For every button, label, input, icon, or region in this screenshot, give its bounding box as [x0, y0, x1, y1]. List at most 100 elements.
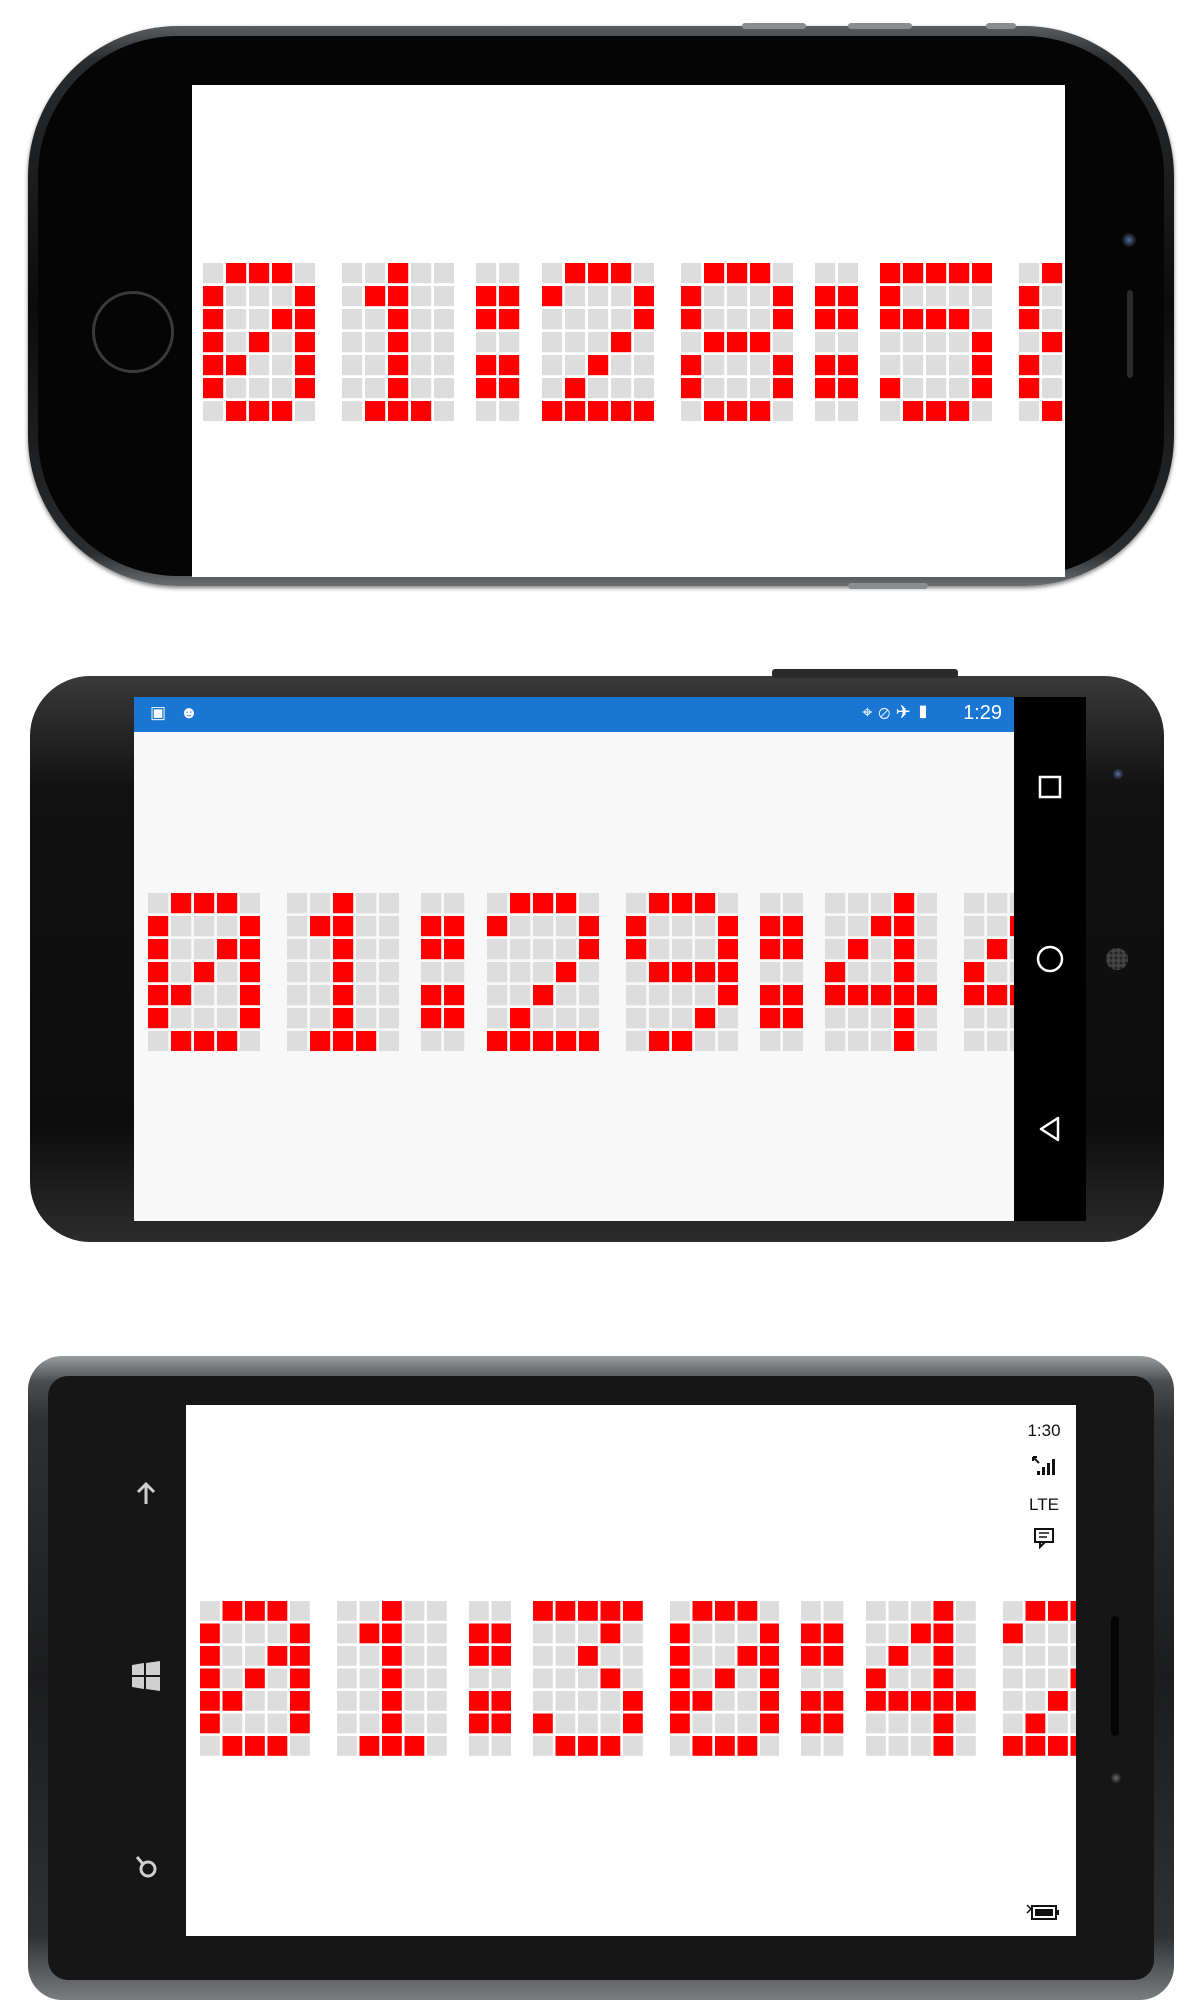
volume-down-button[interactable] [848, 23, 912, 29]
navigation-bar [1014, 697, 1086, 1221]
back-button[interactable] [1014, 1099, 1086, 1159]
unlit-pixel [814, 263, 836, 284]
unlit-pixel [964, 893, 985, 914]
unlit-pixel [426, 1623, 447, 1644]
unlit-pixel [310, 1008, 331, 1029]
lit-pixel [949, 309, 970, 330]
unlit-pixel [555, 1008, 576, 1029]
lit-pixel [200, 1668, 220, 1689]
unlit-pixel [749, 378, 770, 399]
unlit-pixel [759, 1601, 780, 1621]
lit-pixel [759, 916, 781, 937]
lit-pixel [823, 1646, 844, 1666]
lit-pixel [987, 985, 1008, 1006]
unlit-pixel [564, 332, 585, 353]
lit-pixel [356, 1031, 377, 1052]
back-icon [1039, 1116, 1060, 1142]
unlit-pixel [434, 309, 455, 330]
lit-pixel [272, 401, 293, 422]
unlit-pixel [194, 985, 215, 1006]
back-key[interactable] [128, 1476, 164, 1512]
iphone-screen [192, 85, 1065, 577]
digit-glyph [964, 893, 1014, 1052]
lit-pixel [1070, 1601, 1076, 1621]
unlit-pixel [404, 1646, 425, 1666]
lit-pixel [894, 962, 915, 983]
lit-pixel [964, 985, 985, 1006]
lit-pixel [933, 1713, 954, 1734]
unlit-pixel [468, 1736, 489, 1756]
unlit-pixel [287, 1008, 308, 1029]
mute-switch[interactable] [986, 23, 1016, 29]
lit-pixel [310, 916, 331, 937]
digit-glyph [1019, 263, 1063, 422]
lit-pixel [759, 1623, 780, 1644]
lit-pixel [814, 378, 836, 399]
lit-pixel [200, 1623, 220, 1644]
lit-pixel [759, 1646, 780, 1666]
volume-up-button[interactable] [742, 23, 806, 29]
status-time: 1:29 [963, 702, 1002, 724]
unlit-pixel [249, 355, 270, 376]
colon-glyph [421, 893, 465, 1052]
lit-pixel [249, 332, 270, 353]
unlit-pixel [825, 916, 846, 937]
lit-pixel [1019, 286, 1040, 307]
unlit-pixel [871, 939, 892, 960]
signal-strength-icon [1024, 1455, 1064, 1482]
unlit-pixel [509, 939, 530, 960]
lit-pixel [1042, 263, 1063, 284]
lit-pixel [491, 1623, 511, 1644]
unlit-pixel [555, 1623, 576, 1644]
lit-pixel [987, 939, 1008, 960]
lit-pixel [578, 1031, 599, 1052]
lit-pixel [249, 263, 270, 284]
lit-pixel [888, 1646, 909, 1666]
lit-pixel [600, 1736, 621, 1756]
unlit-pixel [171, 1008, 192, 1029]
search-key[interactable] [128, 1848, 164, 1884]
unlit-pixel [564, 355, 585, 376]
recents-button[interactable] [1014, 757, 1086, 817]
unlit-pixel [222, 1646, 243, 1666]
lit-pixel [972, 263, 993, 284]
lit-pixel [703, 263, 724, 284]
unlit-pixel [379, 985, 400, 1006]
unlit-pixel [759, 1736, 780, 1756]
unlit-pixel [578, 962, 599, 983]
lit-pixel [772, 378, 793, 399]
unlit-pixel [541, 378, 562, 399]
lit-pixel [669, 1691, 690, 1711]
unlit-pixel [987, 1008, 1008, 1029]
home-button[interactable] [1014, 929, 1086, 989]
lit-pixel [703, 332, 724, 353]
home-button[interactable] [92, 291, 174, 373]
unlit-pixel [717, 1008, 738, 1029]
unlit-pixel [865, 1646, 886, 1666]
lit-pixel [825, 962, 846, 983]
unlit-pixel [359, 1691, 380, 1711]
unlit-pixel [1042, 355, 1063, 376]
power-button[interactable] [848, 583, 928, 589]
unlit-pixel [633, 332, 654, 353]
unlit-pixel [486, 939, 507, 960]
lit-pixel [290, 1623, 310, 1644]
lit-pixel [381, 1646, 402, 1666]
unlit-pixel [222, 1668, 243, 1689]
unlit-pixel [680, 401, 701, 422]
lit-pixel [290, 1691, 310, 1711]
unlit-pixel [404, 1668, 425, 1689]
start-key[interactable] [128, 1658, 164, 1694]
unlit-pixel [200, 1601, 220, 1621]
lit-pixel [865, 1668, 886, 1689]
lit-pixel [404, 1736, 425, 1756]
unlit-pixel [955, 1736, 976, 1756]
lit-pixel [1042, 332, 1063, 353]
dot-matrix-clock [203, 263, 1065, 422]
lit-pixel [801, 1691, 822, 1711]
lit-pixel [381, 1601, 402, 1621]
lit-pixel [903, 263, 924, 284]
unlit-pixel [272, 378, 293, 399]
unlit-pixel [578, 893, 599, 914]
power-button[interactable] [772, 669, 958, 678]
